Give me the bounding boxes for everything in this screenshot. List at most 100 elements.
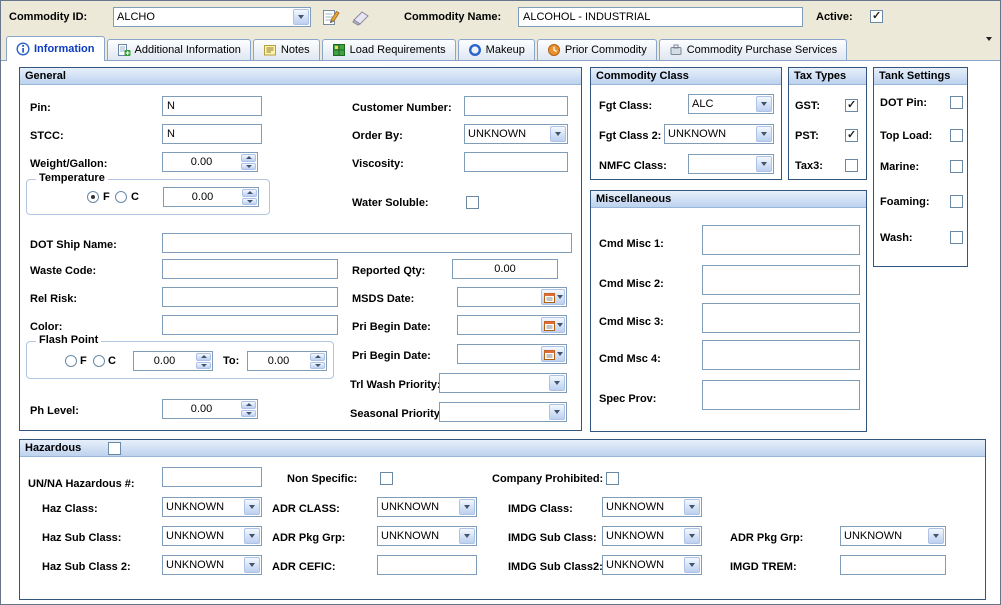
water-soluble-checkbox[interactable]	[466, 196, 479, 209]
calendar-button[interactable]	[541, 289, 565, 305]
cmd-misc-3-input[interactable]	[702, 303, 860, 333]
flash-point-c-radio[interactable]	[93, 355, 105, 367]
spin-up-button[interactable]	[196, 353, 211, 361]
cmd-msc-4-input[interactable]	[702, 340, 860, 370]
edit-commodity-button[interactable]	[321, 6, 345, 28]
temperature-c-radio[interactable]	[115, 191, 127, 203]
customer-number-input[interactable]	[464, 96, 568, 116]
spin-up-button[interactable]	[241, 401, 256, 409]
dot-pin-checkbox[interactable]	[950, 96, 963, 109]
imdg-sub-class-2-select[interactable]: UNKNOWN	[602, 555, 702, 575]
tab-overflow-button[interactable]	[986, 41, 992, 53]
adr-class-select[interactable]: UNKNOWN	[377, 497, 477, 517]
spin-up-button[interactable]	[310, 353, 325, 361]
spin-down-button[interactable]	[242, 198, 257, 206]
chevron-down-icon[interactable]	[244, 557, 260, 573]
order-by-select[interactable]: UNKNOWN	[464, 124, 568, 144]
imgd-trem-input[interactable]	[840, 555, 946, 575]
nmfc-class-select[interactable]	[688, 154, 774, 174]
viscosity-input[interactable]	[464, 152, 568, 172]
un-na-hazardous-input[interactable]	[162, 467, 262, 487]
ph-level-stepper[interactable]: 0.00	[162, 399, 258, 419]
flash-point-from-stepper[interactable]: 0.00	[133, 351, 213, 371]
reported-qty-input[interactable]: 0.00	[452, 259, 558, 279]
calendar-button[interactable]	[541, 346, 565, 362]
stcc-input[interactable]: N	[162, 124, 262, 144]
clear-commodity-button[interactable]	[350, 8, 372, 27]
gst-checkbox[interactable]	[845, 99, 858, 112]
trl-wash-priority-select[interactable]	[439, 373, 567, 393]
imdg-sub-class-2-value: UNKNOWN	[603, 556, 683, 574]
msds-date-picker[interactable]	[457, 287, 567, 307]
pin-input[interactable]: N	[162, 96, 262, 116]
flash-point-f-radio[interactable]	[65, 355, 77, 367]
chevron-down-icon[interactable]	[244, 528, 260, 544]
pri-begin-date-picker[interactable]	[457, 315, 567, 335]
wash-checkbox[interactable]	[950, 231, 963, 244]
commodity-name-input[interactable]: ALCOHOL - INDUSTRIAL	[518, 7, 803, 27]
chevron-down-icon[interactable]	[459, 528, 475, 544]
seasonal-priority-select[interactable]	[439, 402, 567, 422]
chevron-down-icon[interactable]	[684, 557, 700, 573]
tax3-checkbox[interactable]	[845, 159, 858, 172]
marine-checkbox[interactable]	[950, 160, 963, 173]
cmd-misc-2-input[interactable]	[702, 265, 860, 295]
chevron-down-icon[interactable]	[756, 126, 772, 142]
spec-prov-input[interactable]	[702, 380, 860, 410]
chevron-down-icon[interactable]	[684, 528, 700, 544]
spin-up-button[interactable]	[242, 189, 257, 197]
chevron-down-icon[interactable]	[684, 499, 700, 515]
adr-cefic-input[interactable]	[377, 555, 477, 575]
spin-down-button[interactable]	[241, 410, 256, 418]
spin-down-button[interactable]	[196, 362, 211, 370]
adr-pkg-grp-2-select[interactable]: UNKNOWN	[840, 526, 946, 546]
pri-begin-date-2-picker[interactable]	[457, 344, 567, 364]
top-load-checkbox[interactable]	[950, 129, 963, 142]
color-input[interactable]	[162, 315, 338, 335]
fgt-class-2-select[interactable]: UNKNOWN	[664, 124, 774, 144]
temperature-stepper[interactable]: 0.00	[163, 187, 259, 207]
spin-up-button[interactable]	[241, 154, 256, 162]
chevron-down-icon[interactable]	[244, 499, 260, 515]
weight-gallon-stepper[interactable]: 0.00	[162, 152, 258, 172]
chevron-down-icon[interactable]	[549, 375, 565, 391]
hazardous-checkbox[interactable]	[108, 442, 121, 455]
imdg-sub-class-select[interactable]: UNKNOWN	[602, 526, 702, 546]
chevron-down-icon[interactable]	[549, 404, 565, 420]
chevron-down-icon[interactable]	[756, 156, 772, 172]
tab-makeup[interactable]: Makeup	[458, 39, 535, 60]
calendar-button[interactable]	[541, 317, 565, 333]
haz-class-select[interactable]: UNKNOWN	[162, 497, 262, 517]
adr-pkg-grp-select[interactable]: UNKNOWN	[377, 526, 477, 546]
active-checkbox[interactable]	[870, 10, 883, 23]
dot-ship-name-input[interactable]	[162, 233, 572, 253]
tab-commodity-purchase-services[interactable]: Commodity Purchase Services	[659, 39, 847, 60]
pst-checkbox[interactable]	[845, 129, 858, 142]
chevron-down-icon[interactable]	[293, 9, 309, 25]
cmd-misc-1-input[interactable]	[702, 225, 860, 255]
haz-sub-class-select[interactable]: UNKNOWN	[162, 526, 262, 546]
spin-down-button[interactable]	[310, 362, 325, 370]
flash-point-to-stepper[interactable]: 0.00	[247, 351, 327, 371]
waste-code-input[interactable]	[162, 259, 338, 279]
imdg-class-select[interactable]: UNKNOWN	[602, 497, 702, 517]
fgt-class-select[interactable]: ALC	[688, 94, 774, 114]
haz-sub-class-2-select[interactable]: UNKNOWN	[162, 555, 262, 575]
chevron-down-icon[interactable]	[459, 499, 475, 515]
non-specific-checkbox[interactable]	[380, 472, 393, 485]
chevron-down-icon[interactable]	[928, 528, 944, 544]
company-prohibited-checkbox[interactable]	[606, 472, 619, 485]
temperature-f-radio[interactable]	[87, 191, 99, 203]
foaming-checkbox[interactable]	[950, 195, 963, 208]
tab-additional-information[interactable]: Additional Information	[107, 39, 251, 60]
tab-load-requirements[interactable]: Load Requirements	[322, 39, 456, 60]
chevron-down-icon[interactable]	[756, 96, 772, 112]
tab-prior-commodity[interactable]: Prior Commodity	[537, 39, 657, 60]
commodity-id-select[interactable]: ALCHO	[113, 7, 311, 27]
spin-down-button[interactable]	[241, 163, 256, 171]
haz-class-label: Haz Class:	[42, 503, 98, 516]
tab-notes[interactable]: Notes	[253, 39, 320, 60]
chevron-down-icon[interactable]	[550, 126, 566, 142]
tab-information[interactable]: Information	[6, 36, 105, 61]
rel-risk-input[interactable]	[162, 287, 338, 307]
